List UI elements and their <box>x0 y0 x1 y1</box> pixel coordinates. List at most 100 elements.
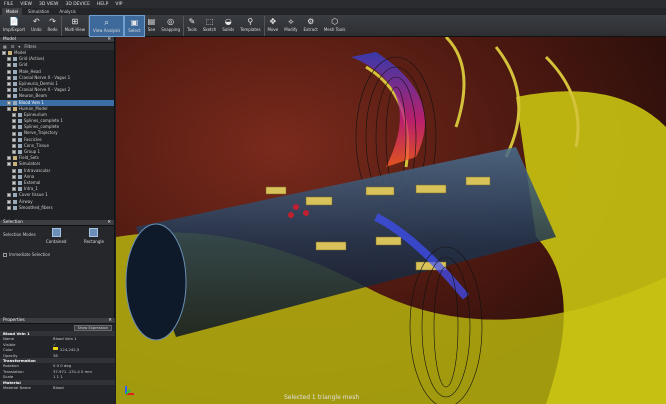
rectangle-mode-button[interactable]: Rectangle <box>84 228 104 244</box>
properties-panel: Properties ✕ Show Expression Blood Vein 1… <box>0 318 115 404</box>
visibility-checkbox[interactable] <box>7 69 11 74</box>
tools-button[interactable]: ✎ Tools <box>184 15 200 37</box>
visibility-checkbox[interactable] <box>7 88 11 93</box>
mesh-tools-button[interactable]: ⬡ Mesh Tools <box>321 15 349 37</box>
visibility-checkbox[interactable] <box>12 112 16 117</box>
visibility-checkbox[interactable] <box>7 82 11 87</box>
menu-file[interactable]: FILE <box>4 2 13 7</box>
visibility-checkbox[interactable] <box>12 187 16 192</box>
visibility-checkbox[interactable] <box>12 131 16 136</box>
solids-icon: ◒ <box>224 17 232 26</box>
object-icon <box>18 168 22 173</box>
menu-3d-device[interactable]: 3D DEVICE <box>65 2 89 7</box>
visibility-checkbox[interactable] <box>7 63 11 68</box>
snapping-button[interactable]: ◎ Snapping <box>158 15 183 37</box>
visibility-checkbox[interactable] <box>12 150 16 155</box>
object-icon <box>13 94 17 99</box>
axes-gizmo-icon[interactable] <box>122 384 136 398</box>
object-icon <box>18 181 22 186</box>
undo-button[interactable]: ↶ Undo <box>28 15 44 37</box>
properties-toolbar: Show Expression <box>0 324 115 331</box>
rectangle-label: Rectangle <box>84 239 104 244</box>
redo-label: Redo <box>47 27 58 32</box>
menu-vip[interactable]: VIP <box>115 2 122 7</box>
visibility-checkbox[interactable] <box>7 57 11 62</box>
visibility-checkbox[interactable] <box>12 119 16 124</box>
close-icon[interactable]: ✕ <box>107 37 111 42</box>
filters-button[interactable]: Filters <box>24 44 36 49</box>
visibility-checkbox[interactable] <box>12 168 16 173</box>
multi-view-button[interactable]: ⊞ Multi-View <box>62 15 88 37</box>
rectangle-icon <box>89 228 99 237</box>
view-analysis-label: View Analysis <box>93 28 121 33</box>
list-icon[interactable]: ☰ <box>11 44 15 49</box>
immediate-selection-checkbox[interactable]: Immediate Selection <box>3 252 50 257</box>
select-button[interactable]: ▣ Select <box>124 15 145 37</box>
undo-label: Undo <box>31 27 42 32</box>
grid-icon[interactable]: ▦ <box>3 44 7 49</box>
snapping-label: Snapping <box>161 27 180 32</box>
property-value: 38 <box>53 352 58 358</box>
property-value: Blood Vein 1 <box>53 336 77 342</box>
view-analysis-icon: ⌕ <box>104 18 109 27</box>
modify-icon: ⟡ <box>288 17 294 26</box>
close-icon[interactable]: ✕ <box>107 220 111 225</box>
material-name-row[interactable]: Material Name Blood <box>0 385 115 390</box>
show-expression-button[interactable]: Show Expression <box>73 324 112 331</box>
contained-mode-button[interactable]: Contained <box>46 228 66 244</box>
tab-model[interactable]: Model <box>2 8 23 15</box>
tab-analysis[interactable]: Analysis <box>55 8 79 15</box>
menu-help[interactable]: HELP <box>97 2 108 7</box>
selection-panel: Selection Modes Contained Rectangle Imme… <box>0 226 114 316</box>
imp-export-label: Imp/Export <box>3 27 26 32</box>
visibility-checkbox[interactable] <box>7 199 11 204</box>
visibility-checkbox[interactable] <box>12 143 16 148</box>
object-icon <box>18 143 22 148</box>
filter-icon[interactable]: ▾ <box>18 44 20 49</box>
mesh-tools-label: Mesh Tools <box>323 27 346 32</box>
visibility-checkbox[interactable] <box>7 106 11 111</box>
view-analysis-button[interactable]: ⌕ View Analysis <box>89 15 125 37</box>
imp-export-button[interactable]: 📄 Imp/Export <box>0 15 28 37</box>
model-tree: Model Grid (Active) Grid Male_Head Cranial N… <box>0 50 114 220</box>
contained-label: Contained <box>46 239 67 244</box>
color-swatch[interactable] <box>53 347 58 351</box>
undo-icon: ↶ <box>32 17 40 26</box>
visibility-checkbox[interactable] <box>7 193 11 198</box>
visibility-checkbox[interactable] <box>12 181 16 186</box>
visibility-checkbox[interactable] <box>7 94 11 99</box>
move-button[interactable]: ✥ Move <box>265 15 282 37</box>
see-button[interactable]: ▤ See <box>145 15 159 37</box>
sketch-button[interactable]: ⬚ Sketch <box>200 15 219 37</box>
close-icon[interactable]: ✕ <box>108 318 112 323</box>
visibility-checkbox[interactable] <box>7 156 11 161</box>
tools-label: Tools <box>187 27 197 32</box>
object-icon <box>13 82 17 87</box>
visibility-checkbox[interactable] <box>2 51 6 56</box>
visibility-checkbox[interactable] <box>7 100 11 105</box>
object-icon <box>13 75 17 80</box>
cylinder-end-cap <box>125 223 187 341</box>
menu-view[interactable]: VIEW <box>20 2 32 7</box>
3d-viewport[interactable]: Selected 1 triangle mesh <box>116 37 666 404</box>
templates-button[interactable]: ⚲ Templates <box>237 15 263 37</box>
modify-button[interactable]: ⟡ Modify <box>281 15 300 37</box>
ribbon-toolbar: 📄 Imp/Export ↶ Undo ↷ Redo ⊞ Multi-View ⌕ View An… <box>0 15 666 37</box>
visibility-checkbox[interactable] <box>12 174 16 179</box>
tree-item[interactable]: Smoothed_fibers <box>0 205 114 211</box>
visibility-checkbox[interactable] <box>7 162 11 167</box>
tab-simulation[interactable]: Simulation <box>24 8 53 15</box>
visibility-checkbox[interactable] <box>12 125 16 130</box>
object-icon <box>18 137 22 142</box>
object-icon <box>13 205 17 210</box>
move-label: Move <box>267 27 279 32</box>
visibility-checkbox[interactable] <box>7 75 11 80</box>
extract-button[interactable]: ⚙ Extract <box>301 15 321 37</box>
solids-button[interactable]: ◒ Solids <box>219 15 237 37</box>
visibility-checkbox[interactable] <box>12 137 16 142</box>
visibility-checkbox[interactable] <box>7 205 11 210</box>
tree-item-label: Smoothed_fibers <box>19 204 53 210</box>
redo-button[interactable]: ↷ Redo <box>45 15 61 37</box>
extract-label: Extract <box>303 27 318 32</box>
menu-3d-view[interactable]: 3D VIEW <box>39 2 58 7</box>
